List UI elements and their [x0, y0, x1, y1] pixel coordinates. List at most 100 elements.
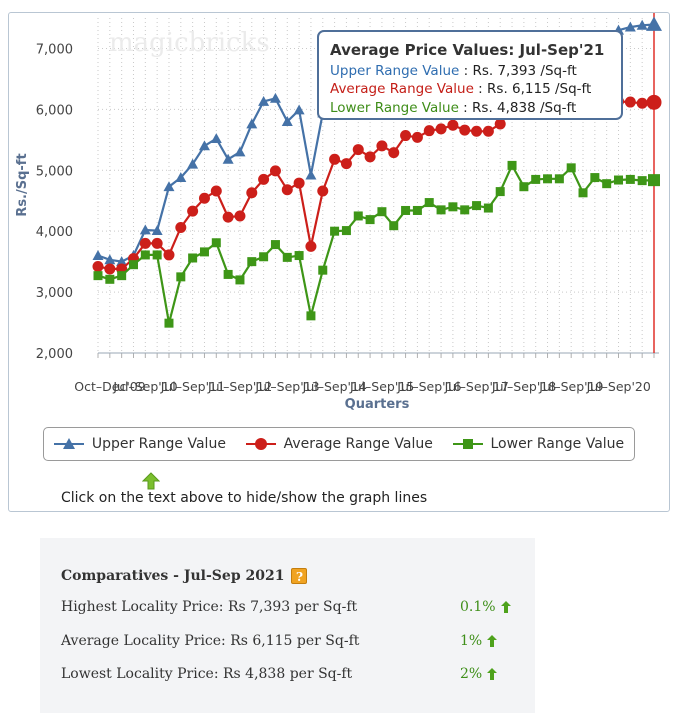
y-tick-label: 7,000 [36, 42, 73, 57]
average-price-change: 1% [460, 633, 498, 649]
data-point-lower [543, 174, 553, 184]
circle-marker-icon [245, 438, 276, 450]
data-point-average [210, 185, 222, 197]
data-point-average [459, 124, 471, 136]
lowest-price-label: Lowest Locality Price: Rs 4,838 per Sq-f… [61, 666, 353, 682]
price-tooltip: Average Price Values: Jul-Sep'21 Upper R… [317, 30, 623, 120]
data-point-average [376, 140, 388, 152]
data-point-lower [590, 173, 600, 183]
x-axis-title: Quarters [345, 397, 410, 412]
watermark-text: magicbricks [109, 28, 270, 58]
data-point-lower [152, 250, 162, 260]
data-point-average [494, 118, 506, 130]
x-tick-label: Jul–Sep'20 [586, 379, 651, 394]
data-point-lower [330, 226, 340, 236]
chart-legend: Upper Range Value Average Range Value Lo… [43, 427, 635, 461]
y-tick-label: 3,000 [36, 286, 73, 301]
highest-price-change: 0.1% [460, 599, 511, 615]
data-point-average [329, 153, 341, 165]
tooltip-lower-value: Rs. 4,838 /Sq-ft [472, 99, 577, 116]
data-point-lower [117, 271, 127, 281]
data-point-lower [199, 247, 209, 257]
data-point-lower [389, 221, 399, 231]
data-point-average [198, 192, 210, 204]
data-point-lower [507, 160, 517, 170]
data-point-lower [436, 205, 446, 215]
comparatives-title: Comparatives - Jul-Sep 2021 ? [61, 568, 308, 584]
help-icon[interactable]: ? [291, 568, 308, 584]
legend-hint-text: Click on the text above to hide/show the… [61, 490, 428, 506]
data-point-lower [164, 318, 174, 328]
average-change-value: 1% [460, 633, 483, 649]
data-point-average [646, 94, 662, 110]
y-axis-title: Rs./Sq-ft [15, 153, 30, 216]
tooltip-average-label: Average Range Value [330, 81, 474, 97]
lowest-price-change: 2% [460, 666, 498, 682]
tooltip-title: Average Price Values: Jul-Sep'21 [330, 41, 605, 59]
data-point-average [423, 125, 435, 137]
data-point-average [92, 261, 104, 273]
data-point-average [471, 125, 483, 137]
y-tick-label: 5,000 [36, 164, 73, 179]
data-point-average [447, 119, 459, 131]
data-point-lower [637, 176, 647, 186]
data-point-average [400, 130, 412, 142]
tooltip-row-average: Average Range Value : Rs. 6,115 /Sq-ft [330, 81, 592, 97]
arrow-up-icon [487, 668, 498, 680]
data-point-lower [401, 205, 411, 215]
data-point-average [364, 151, 376, 163]
data-point-lower [602, 179, 612, 189]
triangle-marker-icon [53, 438, 84, 449]
data-point-average [293, 177, 305, 189]
data-point-lower [282, 252, 292, 262]
data-point-lower [531, 174, 541, 184]
data-point-lower [614, 175, 624, 185]
data-point-lower [105, 274, 115, 284]
tooltip-row-upper: Upper Range Value : Rs. 7,393 /Sq-ft [330, 62, 577, 79]
data-point-average [234, 210, 246, 222]
y-tick-label: 4,000 [36, 225, 73, 240]
data-point-lower [93, 271, 103, 281]
data-point-lower [554, 174, 564, 184]
data-point-average [305, 240, 317, 252]
data-point-lower [460, 205, 470, 215]
data-point-average [163, 249, 175, 261]
data-point-lower [353, 211, 363, 221]
data-point-lower [247, 257, 257, 267]
legend-item-average[interactable]: Average Range Value [245, 436, 433, 452]
data-point-lower [259, 252, 269, 262]
data-point-average [258, 173, 270, 185]
data-point-lower [566, 163, 576, 173]
data-point-lower [472, 201, 482, 211]
legend-item-lower[interactable]: Lower Range Value [452, 436, 624, 452]
data-point-lower [294, 251, 304, 261]
data-point-lower [578, 188, 588, 198]
price-trend-chart-panel: 2,000 3,000 4,000 5,000 6,000 7,000 Oct–Dec'09… [8, 12, 670, 512]
tooltip-lower-label: Lower Range Value [330, 99, 459, 116]
data-point-lower [306, 311, 316, 321]
data-point-lower [519, 182, 529, 192]
data-point-average [388, 147, 400, 159]
data-point-lower [211, 238, 221, 248]
data-point-lower [140, 250, 150, 260]
data-point-average [269, 165, 281, 177]
arrow-up-icon [500, 601, 511, 613]
data-point-average [435, 123, 447, 135]
data-point-average [151, 237, 163, 249]
comparatives-title-text: Comparatives - Jul-Sep 2021 [61, 568, 285, 584]
square-marker-icon [452, 439, 483, 449]
data-point-lower [648, 174, 660, 187]
data-point-lower [625, 174, 635, 184]
data-point-average [636, 97, 648, 109]
tooltip-average-value: Rs. 6,115 /Sq-ft [487, 81, 592, 97]
data-point-lower [235, 275, 245, 285]
data-point-average [175, 222, 187, 234]
legend-item-upper[interactable]: Upper Range Value [53, 436, 226, 452]
arrow-up-icon [487, 635, 498, 647]
data-point-average [246, 187, 258, 199]
data-point-lower [412, 205, 422, 215]
lowest-change-value: 2% [460, 666, 483, 682]
data-point-lower [176, 272, 186, 282]
data-point-average [352, 144, 364, 156]
data-point-lower [483, 203, 493, 213]
